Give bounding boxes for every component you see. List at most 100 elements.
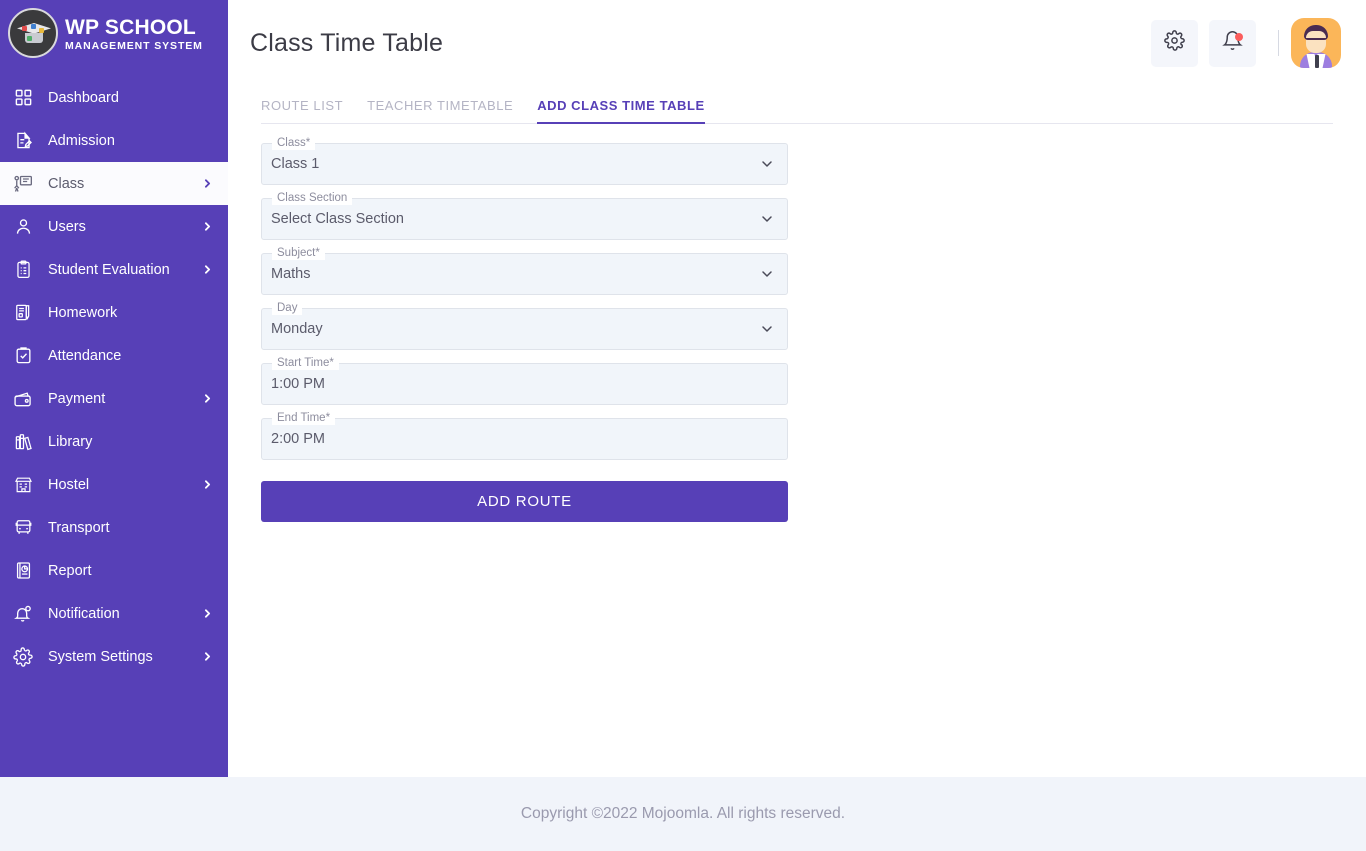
field-value: Maths xyxy=(271,266,311,282)
sidebar-item-label: Transport xyxy=(48,519,110,536)
tab-route-list[interactable]: ROUTE LIST xyxy=(261,98,343,123)
sidebar-item-label: Library xyxy=(48,433,93,450)
add-route-button[interactable]: ADD ROUTE xyxy=(261,481,788,522)
clipboard-check-icon xyxy=(11,344,35,368)
sidebar-item-label: System Settings xyxy=(48,648,153,665)
chevron-down-icon xyxy=(759,266,775,282)
sidebar-item-system-settings[interactable]: System Settings xyxy=(0,635,228,678)
footer: Copyright ©2022 Mojoomla. All rights res… xyxy=(0,777,1366,851)
app-root: WP SCHOOL MANAGEMENT SYSTEM Dashboard Ad… xyxy=(0,0,1366,851)
books-icon xyxy=(11,430,35,454)
field-label: Subject* xyxy=(272,246,325,260)
topbar-actions xyxy=(1140,18,1341,68)
tab-teacher-timetable[interactable]: TEACHER TIMETABLE xyxy=(367,98,513,123)
report-chart-icon xyxy=(11,559,35,583)
field-subject: Subject* Maths xyxy=(261,246,788,295)
tab-bar: ROUTE LIST TEACHER TIMETABLE ADD CLASS T… xyxy=(261,86,1333,124)
class-time-table-form: Class* Class 1 Class Section Select Clas… xyxy=(228,124,1366,522)
bell-alert-icon xyxy=(11,602,35,626)
settings-button[interactable] xyxy=(1151,19,1198,67)
class-select[interactable]: Class 1 xyxy=(261,143,788,185)
chevron-down-icon xyxy=(759,321,775,337)
field-value: Class 1 xyxy=(271,156,320,172)
sidebar-item-label: Class xyxy=(48,175,85,192)
tab-add-class-time-table[interactable]: ADD CLASS TIME TABLE xyxy=(537,98,706,124)
field-value: Select Class Section xyxy=(271,211,404,227)
grid-icon xyxy=(11,86,35,110)
sidebar-item-payment[interactable]: Payment xyxy=(0,377,228,420)
chevron-down-icon xyxy=(759,156,775,172)
day-select[interactable]: Monday xyxy=(261,308,788,350)
start-time-input[interactable]: 1:00 PM xyxy=(261,363,788,405)
sidebar-item-label: Attendance xyxy=(48,347,122,364)
sidebar-item-label: Payment xyxy=(48,390,106,407)
book-pen-icon xyxy=(11,301,35,325)
divider xyxy=(1278,30,1279,56)
submit-row: ADD ROUTE xyxy=(261,473,788,522)
field-value: 1:00 PM xyxy=(271,376,325,392)
chevron-right-icon xyxy=(201,220,214,233)
sidebar-nav: Dashboard Admission Class Users Student … xyxy=(0,76,228,678)
sidebar-item-label: Dashboard xyxy=(48,89,119,106)
field-day: Day Monday xyxy=(261,301,788,350)
sidebar-item-label: Admission xyxy=(48,132,115,149)
sidebar-item-users[interactable]: Users xyxy=(0,205,228,248)
chevron-right-icon xyxy=(201,177,214,190)
sidebar-item-admission[interactable]: Admission xyxy=(0,119,228,162)
field-label: End Time* xyxy=(272,411,336,425)
sidebar-item-student-evaluation[interactable]: Student Evaluation xyxy=(0,248,228,291)
sidebar-item-label: Homework xyxy=(48,304,118,321)
sidebar-item-label: Hostel xyxy=(48,476,90,493)
avatar[interactable] xyxy=(1291,18,1341,68)
teacher-board-icon xyxy=(11,172,35,196)
sidebar-item-report[interactable]: Report xyxy=(0,549,228,592)
sidebar-item-notification[interactable]: Notification xyxy=(0,592,228,635)
field-label: Class* xyxy=(272,136,316,150)
sidebar-item-homework[interactable]: Homework xyxy=(0,291,228,334)
chevron-right-icon xyxy=(201,650,214,663)
sidebar-item-transport[interactable]: Transport xyxy=(0,506,228,549)
sidebar-item-library[interactable]: Library xyxy=(0,420,228,463)
gear-icon xyxy=(1164,30,1185,56)
copyright-text: Copyright ©2022 Mojoomla. All rights res… xyxy=(520,805,846,822)
brand[interactable]: WP SCHOOL MANAGEMENT SYSTEM xyxy=(0,0,228,66)
end-time-input[interactable]: 2:00 PM xyxy=(261,418,788,460)
chevron-right-icon xyxy=(201,607,214,620)
subject-select[interactable]: Maths xyxy=(261,253,788,295)
sidebar-item-label: Report xyxy=(48,562,92,579)
graduation-cap-logo xyxy=(8,8,58,58)
field-end-time: End Time* 2:00 PM xyxy=(261,411,788,460)
building-icon xyxy=(11,473,35,497)
sidebar-item-label: Notification xyxy=(48,605,120,622)
brand-subtitle: MANAGEMENT SYSTEM xyxy=(65,39,203,52)
field-label: Start Time* xyxy=(272,356,339,370)
user-icon xyxy=(11,215,35,239)
sidebar-item-attendance[interactable]: Attendance xyxy=(0,334,228,377)
sidebar-item-class[interactable]: Class xyxy=(0,162,228,205)
sidebar-item-dashboard[interactable]: Dashboard xyxy=(0,76,228,119)
field-label: Day xyxy=(272,301,303,315)
brand-title: WP SCHOOL xyxy=(65,15,196,39)
chevron-down-icon xyxy=(759,211,775,227)
gear-icon xyxy=(11,645,35,669)
sidebar-item-label: Student Evaluation xyxy=(48,261,170,278)
chevron-right-icon xyxy=(201,392,214,405)
field-value: Monday xyxy=(271,321,323,337)
main-content: Class Time Table ROUTE LIST TEACHER TIME… xyxy=(228,0,1366,777)
sidebar-item-label: Users xyxy=(48,218,86,235)
document-pen-icon xyxy=(11,129,35,153)
field-value: 2:00 PM xyxy=(271,431,325,447)
field-start-time: Start Time* 1:00 PM xyxy=(261,356,788,405)
wallet-icon xyxy=(11,387,35,411)
notifications-button[interactable] xyxy=(1209,19,1256,67)
chevron-right-icon xyxy=(201,263,214,276)
bus-icon xyxy=(11,516,35,540)
sidebar-item-hostel[interactable]: Hostel xyxy=(0,463,228,506)
notification-badge xyxy=(1235,32,1243,41)
field-class-section: Class Section Select Class Section xyxy=(261,191,788,240)
sidebar: WP SCHOOL MANAGEMENT SYSTEM Dashboard Ad… xyxy=(0,0,228,777)
field-class: Class* Class 1 xyxy=(261,136,788,185)
brand-text: WP SCHOOL MANAGEMENT SYSTEM xyxy=(65,15,203,52)
clipboard-list-icon xyxy=(11,258,35,282)
page-title: Class Time Table xyxy=(250,28,444,57)
